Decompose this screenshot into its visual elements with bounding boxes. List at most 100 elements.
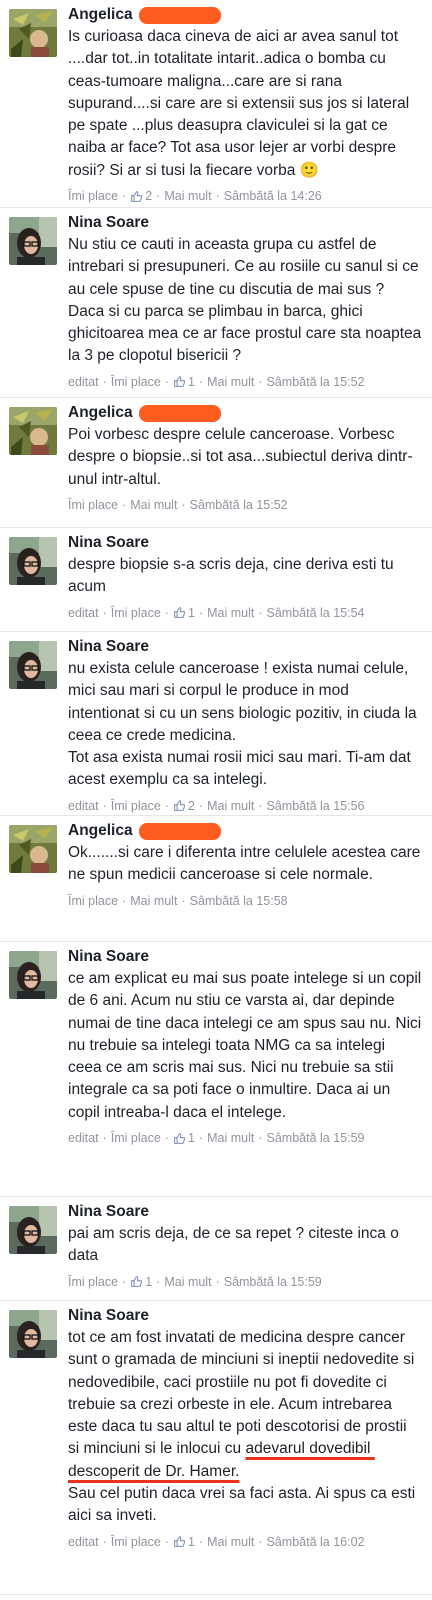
edited-label[interactable]: editat [68,796,99,816]
thumbs-up-icon [174,376,186,388]
like-button[interactable]: Îmi place [111,796,161,816]
author-name[interactable]: Nina Soare [68,1201,149,1223]
reaction-count[interactable]: 1 [173,372,195,392]
edited-label[interactable]: editat [68,1128,99,1148]
like-button[interactable]: Îmi place [111,1532,161,1552]
comment-author-row: Nina Soare [68,636,422,658]
timestamp[interactable]: Sâmbătă la 16:02 [267,1532,365,1552]
more-button[interactable]: Mai mult [207,603,254,623]
comment-item: Nina Soare pai am scris deja, de ce sa re… [0,1197,432,1301]
reaction-count-value: 1 [187,1131,195,1146]
avatar[interactable] [9,1206,57,1254]
reaction-count-value: 1 [187,605,195,620]
more-button[interactable]: Mai mult [207,372,254,392]
author-name[interactable]: Angelica [68,820,133,842]
comment-text: nu exista celule canceroase ! exista num… [68,658,422,792]
thumbs-up-icon [174,1536,186,1548]
separator-dot: · [198,374,204,389]
avatar[interactable] [9,951,57,999]
separator-dot: · [198,1131,204,1146]
redaction-mark [138,822,221,840]
reaction-count[interactable]: 2 [173,796,195,816]
separator-dot: · [156,1274,161,1289]
comment-author-row: Nina Soare [68,532,422,554]
timestamp[interactable]: Sâmbătă la 15:52 [267,372,365,392]
reaction-count[interactable]: 1 [173,1532,195,1552]
separator-dot: · [164,605,169,620]
thumbs-up-icon [174,1132,186,1144]
more-button[interactable]: Mai mult [164,186,211,206]
edited-label[interactable]: editat [68,603,99,623]
comment-author-row: Nina Soare [68,1201,422,1223]
comment-meta: Îmi place · Mai mult · Sâmbătă la 15:58 [68,891,422,911]
separator-dot: · [258,798,263,813]
avatar[interactable] [9,641,57,689]
separator-dot: · [164,798,169,813]
timestamp[interactable]: Sâmbătă la 15:56 [267,796,365,816]
like-button[interactable]: Îmi place [111,603,161,623]
separator-dot: · [122,1274,127,1289]
more-button[interactable]: Mai mult [207,1532,254,1552]
redaction-mark [138,6,221,24]
like-button[interactable]: Îmi place [68,495,118,515]
reaction-count[interactable]: 2 [130,186,152,206]
separator-dot: · [122,893,127,908]
author-name[interactable]: Nina Soare [68,532,149,554]
separator-dot: · [102,605,107,620]
timestamp[interactable]: Sâmbătă la 15:59 [224,1272,322,1292]
edited-label[interactable]: editat [68,1532,99,1552]
like-button[interactable]: Îmi place [111,372,161,392]
comment-meta: Îmi place · 2 · Mai mult · Sâmbătă la 14:26 [68,186,422,206]
comment-text-segment: Ok.......si care i diferenta intre celul… [68,844,425,884]
comment-meta: Îmi place · Mai mult · Sâmbătă la 15:52 [68,495,422,515]
separator-dot: · [102,374,107,389]
redaction-mark [138,404,221,422]
comment-text-segment: tot ce am fost invatati de medicina desp… [68,1329,419,1458]
more-button[interactable]: Mai mult [207,1128,254,1148]
more-button[interactable]: Mai mult [130,495,177,515]
author-name[interactable]: Nina Soare [68,946,149,968]
timestamp[interactable]: Sâmbătă la 15:59 [267,1128,365,1148]
comment-author-row: Angelica [68,4,422,26]
avatar[interactable] [9,9,57,57]
author-name[interactable]: Nina Soare [68,212,149,234]
like-button[interactable]: Îmi place [68,891,118,911]
comment-text-segment: Is curioasa daca cineva de aici ar avea … [68,28,414,179]
comment-text-segment: Poi vorbesc despre celule canceroase. Vo… [68,426,413,488]
avatar[interactable] [9,825,57,873]
reaction-count[interactable]: 1 [173,603,195,623]
author-name[interactable]: Angelica [68,4,133,26]
timestamp[interactable]: Sâmbătă la 15:58 [190,891,288,911]
like-button[interactable]: Îmi place [111,1128,161,1148]
avatar[interactable] [9,1310,57,1358]
separator-dot: · [215,1274,220,1289]
author-name[interactable]: Nina Soare [68,1305,149,1327]
reaction-count[interactable]: 1 [173,1128,195,1148]
more-button[interactable]: Mai mult [207,796,254,816]
comment-item: Angelica Is curioasa daca cineva de aici … [0,0,432,208]
timestamp[interactable]: Sâmbătă la 15:52 [190,495,288,515]
comment-item: Nina Soare Nu stiu ce cauti in aceasta gr… [0,208,432,398]
edited-label[interactable]: editat [68,372,99,392]
like-button[interactable]: Îmi place [68,186,118,206]
separator-dot: · [258,605,263,620]
avatar[interactable] [9,537,57,585]
like-button[interactable]: Îmi place [68,1272,118,1292]
more-button[interactable]: Mai mult [130,891,177,911]
avatar[interactable] [9,217,57,265]
comment-text-segment: despre biopsie s-a scris deja, cine deri… [68,556,398,596]
timestamp[interactable]: Sâmbătă la 15:54 [267,603,365,623]
comment-item: Nina Soare despre biopsie s-a scris deja,… [0,528,432,632]
separator-dot: · [258,1534,263,1549]
comment-text: pai am scris deja, de ce sa repet ? cite… [68,1223,422,1268]
comment-text: ce am explicat eu mai sus poate intelege… [68,968,422,1124]
comment-meta: editat · Îmi place · 2 · Mai mult · Sâmbătă la 1… [68,796,422,816]
author-name[interactable]: Angelica [68,402,133,424]
separator-dot: · [102,798,107,813]
author-name[interactable]: Nina Soare [68,636,149,658]
timestamp[interactable]: Sâmbătă la 14:26 [224,186,322,206]
separator-dot: · [198,605,204,620]
more-button[interactable]: Mai mult [164,1272,211,1292]
reaction-count[interactable]: 1 [130,1272,152,1292]
avatar[interactable] [9,407,57,455]
